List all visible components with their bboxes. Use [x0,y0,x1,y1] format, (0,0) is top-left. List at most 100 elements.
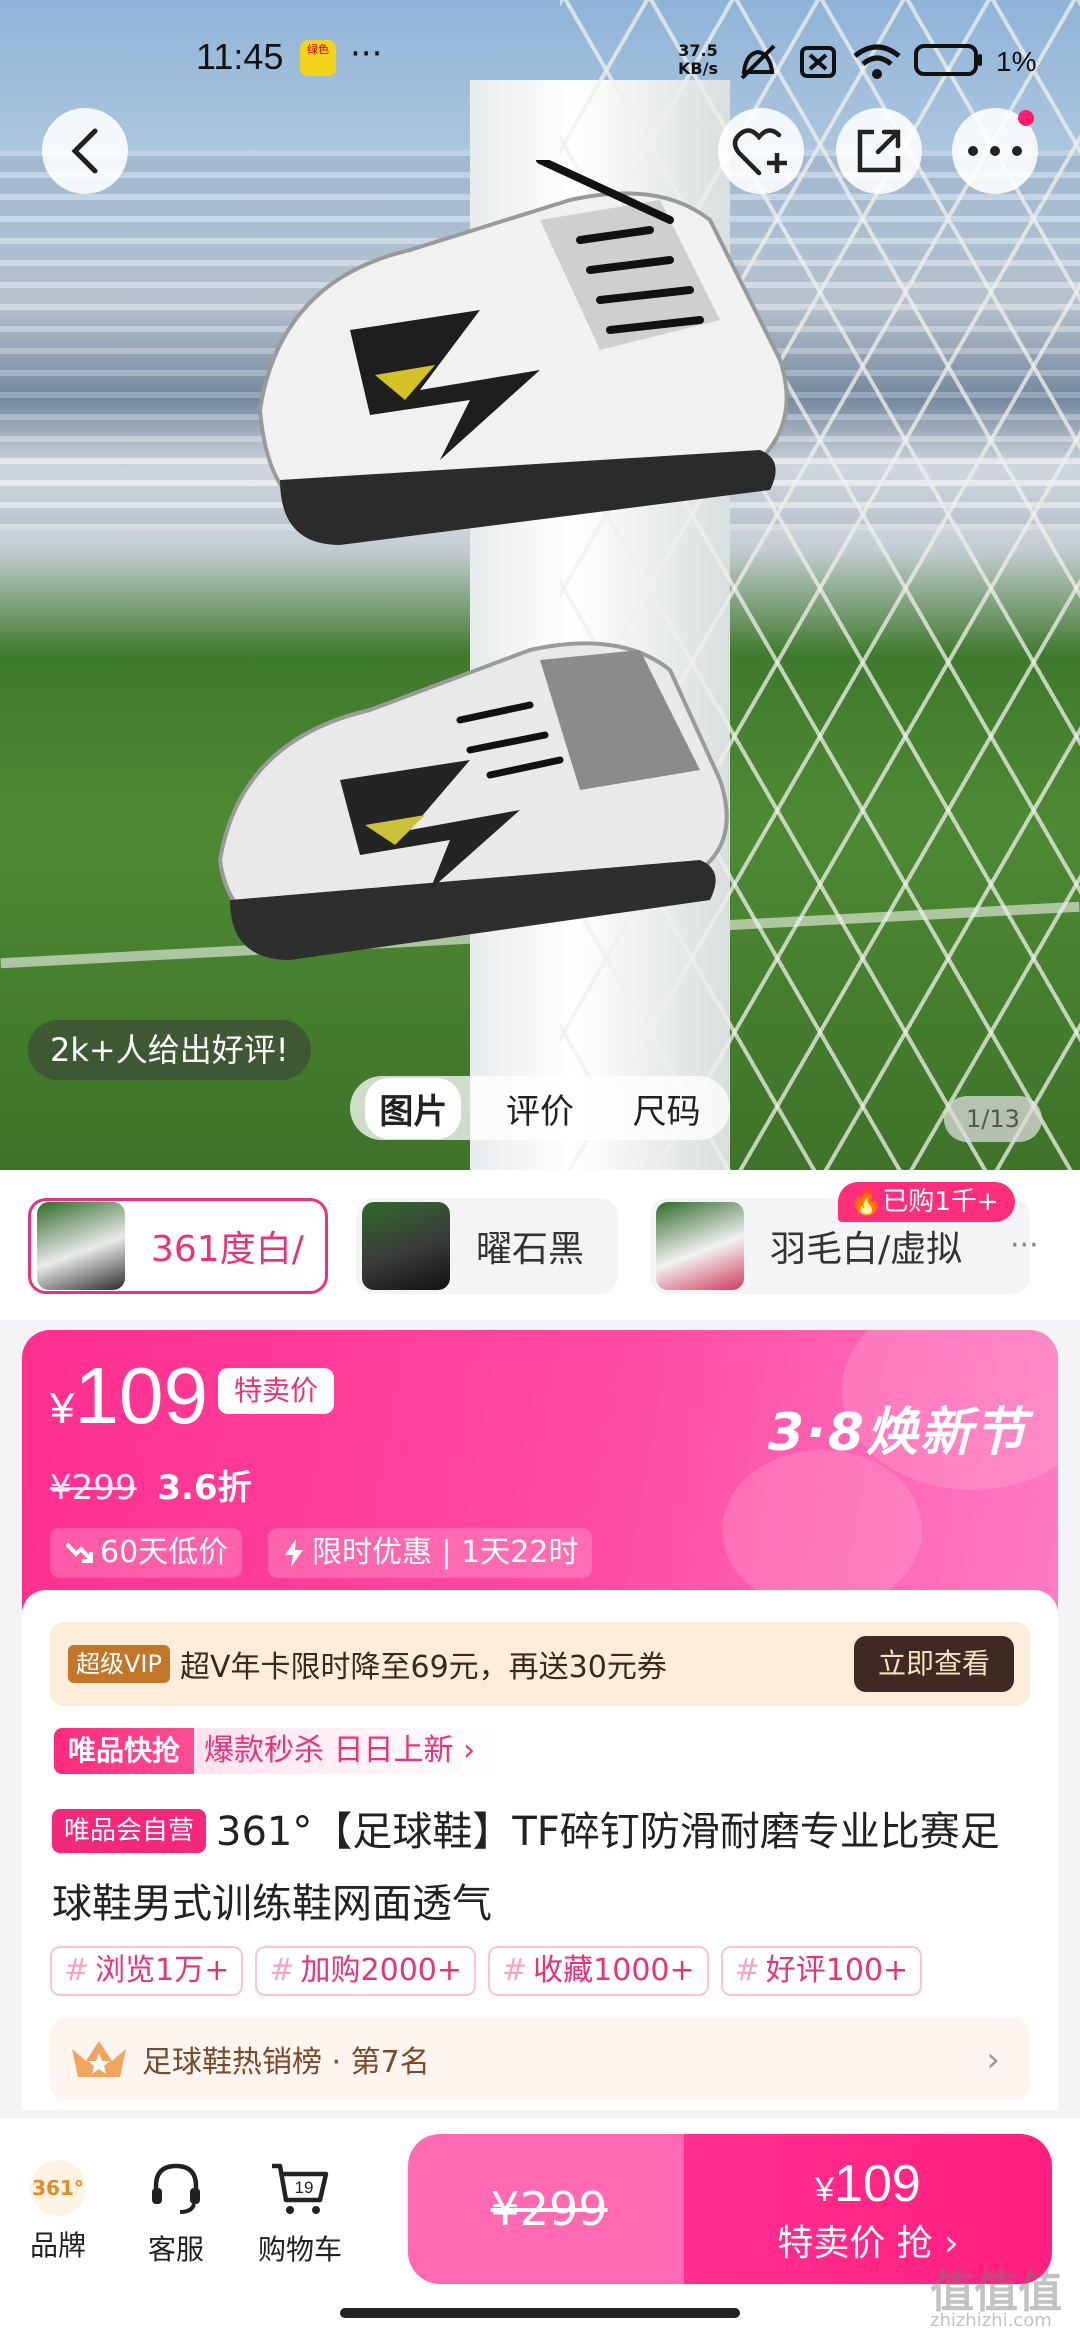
shoe-image-top [257,160,789,545]
limited-offer-chip: 限时优惠 | 1天22时 [268,1528,593,1578]
hash-icon: # [734,1953,760,1988]
battery-level: 1% [996,46,1037,77]
ranking-text: 足球鞋热销榜 · 第7名 [142,2045,430,2080]
self-operated-tag: 唯品会自营 [52,1809,207,1853]
chevron-right-icon: › [986,2040,1000,2080]
headset-icon [152,2163,200,2214]
stat-views: # 浏览1万+ [50,1946,244,1996]
original-price: ¥299 [50,1468,137,1508]
flash-sale-tag: 唯品快抢 [54,1728,195,1774]
stats-row: # 浏览1万+ # 加购2000+ # 收藏1000+ # 好评100+ [50,1946,923,1996]
festival-banner: 3·8焕新节 [767,1403,1028,1463]
stat-text: 加购2000+ [300,1953,462,1988]
trend-down-icon [65,1542,93,1563]
tab-images[interactable]: 图片 [365,1077,462,1139]
variant-label: 羽毛白/虚拟 [770,1229,963,1270]
stat-favorites: # 收藏1000+ [488,1946,709,1996]
limited-offer-text: 限时优惠 | 1天22时 [312,1535,579,1570]
status-bar: 11:45 绿色 ··· 37.5 KB/s 1% [0,0,1080,90]
service-label: 客服 [147,2233,204,2266]
crown-icon [72,2041,126,2077]
stat-good-reviews: # 好评100+ [720,1946,923,1996]
status-time: 11:45 [196,36,284,77]
wifi-icon [853,44,901,79]
decorative-cloud [722,1450,922,1610]
bought-count-text: 已购1千+ [882,1187,999,1217]
current-price: ¥109 [50,1350,208,1442]
brand-button[interactable]: 361° 品牌 [8,2160,108,2264]
stat-text: 好评100+ [765,1953,909,1988]
no-sim-icon [800,46,836,78]
status-more-icon: ··· [350,34,383,74]
cart-icon: 19 [272,2163,329,2214]
gallery-tabs: 图片 评价 尺码 [350,1076,730,1140]
watermark-url: zhizhizhi.com [930,2310,1052,2331]
app-notification-icon: 绿色 [300,40,336,76]
price-amount: 109 [74,1351,208,1440]
product-title: 唯品会自营 361°【足球鞋】TF碎钉防滑耐磨专业比赛足球鞋男式训练鞋网面透气 [52,1796,1032,1940]
tab-reviews[interactable]: 评价 [492,1078,588,1139]
hash-icon: # [64,1953,90,1988]
net-speed-value: 37.5 [678,41,718,60]
vip-text: 超V年卡限时降至69元，再送30元券 [179,1650,667,1685]
cart-count: 19 [295,2178,314,2197]
hash-icon: # [269,1953,295,1988]
ranking-bar[interactable]: 足球鞋热销榜 · 第7名 › [50,2018,1030,2100]
variant-thumbnail [362,1202,450,1290]
variant-thumbnail [656,1202,744,1290]
price-currency: ¥ [50,1384,75,1433]
shoe-image-bottom [217,641,729,960]
tab-size[interactable]: 尺码 [619,1078,715,1139]
lightning-icon [285,1539,303,1567]
bottom-action-bar: 361° 品牌 客服 19 购物车 ¥299 ¥109 特卖价 抢 › [0,2118,1080,2340]
more-variants-icon[interactable]: ··· [1010,1228,1039,1263]
variant-label: 361度白/ [151,1229,304,1270]
vip-view-button[interactable]: 立即查看 [853,1636,1014,1692]
hash-icon: # [502,1953,528,1988]
special-price-tag: 特卖价 [218,1368,335,1414]
customer-service-button[interactable]: 客服 [126,2160,226,2268]
favorite-button[interactable] [718,108,804,194]
more-icon [968,146,1022,156]
fire-icon: 🔥 [850,1187,883,1217]
original-price-button[interactable]: ¥299 [408,2134,690,2284]
vip-tag: 超级VIP [68,1645,170,1683]
stat-text: 收藏1000+ [533,1953,695,1988]
review-count-pill[interactable]: 2k+人给出好评! [28,1020,311,1080]
flash-sale-text: 爆款秒杀 日日上新 › [194,1728,502,1774]
brand-logo-icon: 361° [30,2160,86,2216]
brand-label: 品牌 [29,2229,86,2262]
mute-icon [740,44,776,80]
share-button[interactable] [836,108,922,194]
back-button[interactable] [42,108,128,194]
share-icon [857,129,901,173]
chevron-left-icon [71,128,98,174]
buy-currency: ¥ [815,2171,835,2209]
notification-dot [1018,110,1034,126]
variant-thumbnail [37,1202,125,1290]
low-price-text: 60天低价 [100,1535,229,1570]
cart-button[interactable]: 19 购物车 [250,2160,350,2268]
original-price-label: ¥299 [490,2182,608,2236]
image-counter: 1/13 [944,1096,1042,1142]
home-indicator [340,2308,740,2318]
flash-sale-row[interactable]: 唯品快抢 爆款秒杀 日日上新 › [54,1728,502,1774]
price-card: ¥109 特卖价 ¥299 3.6折 60天低价 限时优惠 | 1天22时 3·… [22,1330,1058,1610]
low-price-chip: 60天低价 [50,1528,243,1578]
variant-option[interactable]: 曜石黑 [356,1198,618,1294]
original-price-row: ¥299 3.6折 [50,1460,252,1509]
variant-option[interactable]: 361度白/ [28,1198,328,1294]
heart-add-icon [732,128,787,176]
product-image-carousel[interactable] [0,0,1080,1170]
battery-icon [914,44,982,76]
net-speed-unit: KB/s [678,59,718,78]
discount: 3.6折 [157,1468,252,1508]
buy-amount: 109 [834,2155,921,2213]
net-speed: 37.5 KB/s [678,42,718,78]
variant-label: 曜石黑 [476,1229,585,1270]
cart-label: 购物车 [257,2233,342,2266]
bought-count-badge: 🔥已购1千+ [838,1182,1015,1222]
vip-banner[interactable]: 超级VIP 超V年卡限时降至69元，再送30元券 立即查看 [50,1622,1030,1706]
stat-text: 浏览1万+ [95,1953,230,1988]
stat-cart-adds: # 加购2000+ [255,1946,476,1996]
